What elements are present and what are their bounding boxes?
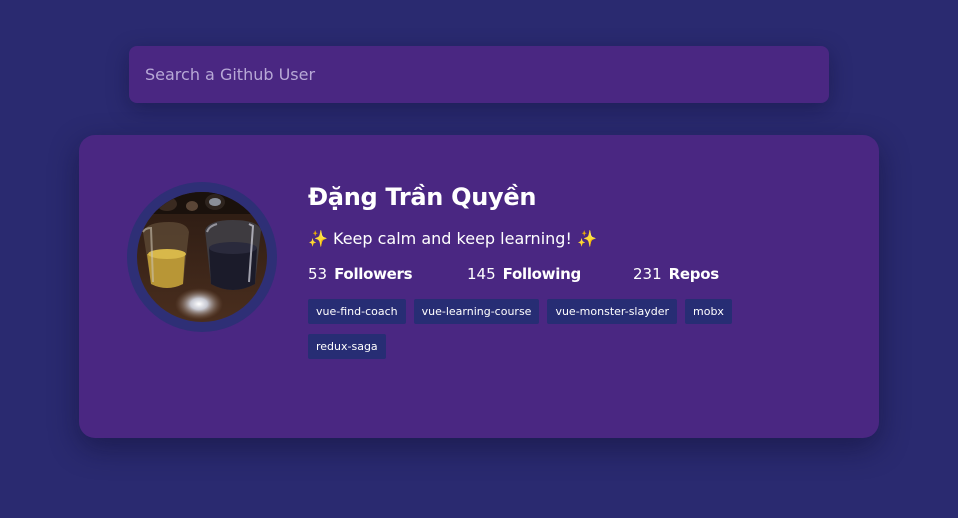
following-count: 145 bbox=[467, 265, 496, 283]
repo-tag[interactable]: vue-monster-slayder bbox=[547, 299, 677, 324]
repos-count: 231 bbox=[633, 265, 662, 283]
repo-tag[interactable]: redux-saga bbox=[308, 334, 386, 359]
following-stat: 145 Following bbox=[467, 265, 633, 283]
search-bar bbox=[129, 46, 829, 103]
user-stats: 53 Followers 145 Following 231 Repos bbox=[308, 265, 848, 283]
repo-tag[interactable]: vue-learning-course bbox=[413, 299, 540, 324]
followers-label: Followers bbox=[334, 265, 413, 283]
user-name: Đặng Trần Quyền bbox=[308, 183, 537, 211]
github-user-search-app: Đặng Trần Quyền ✨ Keep calm and keep lea… bbox=[0, 0, 958, 518]
user-bio: ✨ Keep calm and keep learning! ✨ bbox=[308, 229, 597, 248]
repo-tag[interactable]: mobx bbox=[685, 299, 732, 324]
profile-info: Đặng Trần Quyền ✨ Keep calm and keep lea… bbox=[308, 183, 848, 369]
avatar-image bbox=[137, 192, 267, 322]
repos-stat: 231 Repos bbox=[633, 265, 719, 283]
repos-label: Repos bbox=[668, 265, 720, 283]
following-label: Following bbox=[502, 265, 582, 283]
repo-tag[interactable]: vue-find-coach bbox=[308, 299, 406, 324]
followers-count: 53 bbox=[308, 265, 328, 283]
followers-stat: 53 Followers bbox=[308, 265, 467, 283]
avatar bbox=[127, 182, 277, 332]
repo-tag-list: vue-find-coach vue-learning-course vue-m… bbox=[308, 299, 788, 369]
user-profile-card: Đặng Trần Quyền ✨ Keep calm and keep lea… bbox=[79, 135, 879, 438]
search-input[interactable] bbox=[129, 46, 829, 103]
